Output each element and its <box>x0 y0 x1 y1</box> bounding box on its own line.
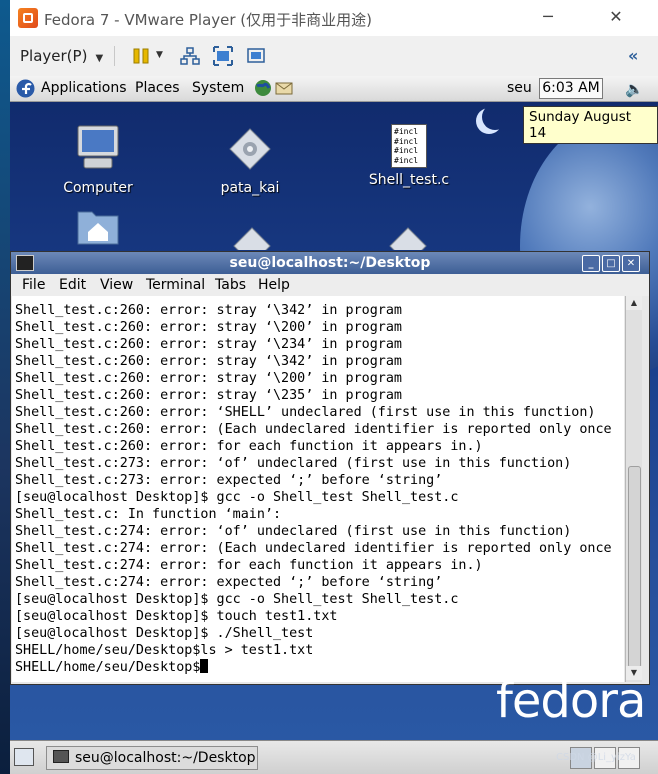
executable-file-icon <box>229 128 271 170</box>
player-menu-label: Player(P) <box>20 47 88 65</box>
unity-icon[interactable] <box>246 46 266 66</box>
menu-file[interactable]: File <box>22 277 45 293</box>
terminal-line: Shell_test.c:260: error: stray ‘\235’ in… <box>15 388 402 403</box>
close-button[interactable]: ✕ <box>601 6 631 28</box>
close-icon[interactable]: ✕ <box>622 255 640 272</box>
user-name: seu <box>507 80 532 96</box>
pause-dropdown-icon[interactable]: ▼ <box>156 50 163 60</box>
terminal-titlebar: seu@localhost:~/Desktop _ □ ✕ <box>11 252 649 274</box>
menu-terminal[interactable]: Terminal <box>146 277 205 293</box>
terminal-line: Shell_test.c:274: error: (Each undeclare… <box>15 541 612 556</box>
scrollbar-thumb[interactable] <box>628 466 641 668</box>
desktop-icon-computer[interactable]: Computer <box>62 124 134 196</box>
terminal-line: [seu@localhost Desktop]$ gcc -o Shell_te… <box>15 592 459 607</box>
web-browser-icon[interactable] <box>254 79 272 97</box>
menu-view[interactable]: View <box>100 277 133 293</box>
desktop-icon-label: Computer <box>63 180 133 196</box>
scroll-up-icon[interactable]: ▲ <box>626 296 642 310</box>
terminal-line: Shell_test.c: In function ‘main’: <box>15 507 282 522</box>
terminal-line: [seu@localhost Desktop]$ ./Shell_test <box>15 626 314 641</box>
file-preview-line: #incl <box>394 146 419 155</box>
executable-file-icon[interactable] <box>388 226 428 250</box>
chevron-down-icon: ▼ <box>95 53 104 64</box>
vmware-player-window: Fedora 7 - VMware Player (仅用于非商业用途) ─ ✕ … <box>10 0 658 774</box>
maximize-icon[interactable]: □ <box>602 255 620 272</box>
desktop-icon-home[interactable] <box>74 206 122 250</box>
terminal-line: Shell_test.c:260: error: for each functi… <box>15 439 483 454</box>
places-menu[interactable]: Places <box>135 80 180 96</box>
file-preview-line: #incl <box>394 155 419 165</box>
desktop-icon-label: pata_kai <box>220 180 280 196</box>
file-preview-line: #incl <box>394 127 419 136</box>
collapse-toolbar-icon[interactable]: « <box>628 46 638 65</box>
taskbar-task-label: seu@localhost:~/Desktop <box>75 750 256 766</box>
volume-icon[interactable]: 🔈 <box>625 80 644 98</box>
fullscreen-icon[interactable] <box>213 46 233 66</box>
terminal-line: [seu@localhost Desktop]$ touch test1.txt <box>15 609 338 624</box>
terminal-line: Shell_test.c:260: error: stray ‘\342’ in… <box>15 303 402 318</box>
date-tooltip: Sunday August 14 <box>523 106 658 144</box>
taskbar-terminal-button[interactable]: seu@localhost:~/Desktop <box>46 746 258 770</box>
system-menu[interactable]: System <box>192 80 244 96</box>
applications-menu[interactable]: Applications <box>41 80 127 96</box>
mail-client-icon[interactable] <box>274 79 294 97</box>
network-devices-icon[interactable] <box>180 46 200 66</box>
menu-edit[interactable]: Edit <box>59 277 86 293</box>
desktop-icon-shell-test-c[interactable]: #incl #incl #incl #incl Shell_test.c <box>366 124 452 188</box>
terminal-line: Shell_test.c:274: error: ‘of’ undeclared… <box>15 524 572 539</box>
terminal-line: Shell_test.c:260: error: stray ‘\342’ in… <box>15 354 402 369</box>
terminal-line: Shell_test.c:260: error: stray ‘\200’ in… <box>15 320 402 335</box>
file-preview-line: #incl <box>394 136 419 146</box>
desktop-icon-label: Shell_test.c <box>368 172 450 188</box>
executable-file-icon[interactable] <box>232 226 272 250</box>
terminal-line: Shell_test.c:260: error: stray ‘\200’ in… <box>15 371 402 386</box>
window-title: Fedora 7 - VMware Player (仅用于非商业用途) <box>44 11 373 29</box>
terminal-line: Shell_test.c:260: error: ‘SHELL’ undecla… <box>15 405 596 420</box>
host-desktop-edge <box>0 0 10 774</box>
show-desktop-icon[interactable] <box>14 748 34 766</box>
vmware-titlebar: Fedora 7 - VMware Player (仅用于非商业用途) ─ ✕ <box>10 0 658 36</box>
fedora-wallpaper-logo: fedora <box>496 673 646 729</box>
terminal-line: Shell_test.c:260: error: (Each undeclare… <box>15 422 612 437</box>
terminal-window: seu@localhost:~/Desktop _ □ ✕ File Edit … <box>10 251 650 685</box>
terminal-line: [seu@localhost Desktop]$ gcc -o Shell_te… <box>15 490 459 505</box>
terminal-line: Shell_test.c:273: error: expected ‘;’ be… <box>15 473 443 488</box>
terminal-icon <box>53 750 69 763</box>
terminal-line: Shell_test.c:274: error: expected ‘;’ be… <box>15 575 443 590</box>
fedora-logo-icon[interactable] <box>16 79 35 98</box>
terminal-app-icon[interactable] <box>16 255 34 271</box>
home-folder-icon <box>77 211 119 245</box>
fedora-guest-screen: Applications Places System seu 6:03 AM 🔈… <box>10 76 658 774</box>
toolbar-divider <box>114 46 115 66</box>
watermark: CSDN @Li_yizYa <box>556 752 636 763</box>
c-source-file-icon: #incl #incl #incl #incl <box>391 124 427 168</box>
pause-icon[interactable] <box>131 46 151 66</box>
vmware-toolbar: Player(P) ▼ ▼ « <box>10 36 658 77</box>
terminal-line: Shell_test.c:274: error: for each functi… <box>15 558 483 573</box>
terminal-title: seu@localhost:~/Desktop <box>229 255 431 271</box>
terminal-line: SHELL/home/seu/Desktop$ls > test1.txt <box>15 643 314 658</box>
player-menu-button[interactable]: Player(P) ▼ <box>20 47 103 65</box>
clock-applet[interactable]: 6:03 AM <box>539 78 603 99</box>
menu-tabs[interactable]: Tabs <box>215 277 246 293</box>
menu-help[interactable]: Help <box>258 277 290 293</box>
terminal-cursor <box>200 659 209 673</box>
vmware-app-icon <box>18 8 38 28</box>
terminal-line: Shell_test.c:273: error: ‘of’ undeclared… <box>15 456 572 471</box>
maximize-button[interactable] <box>549 6 579 28</box>
moon-wallpaper-art <box>482 104 508 130</box>
minimize-icon[interactable]: _ <box>582 255 600 272</box>
gnome-top-panel: Applications Places System seu 6:03 AM 🔈 <box>10 76 658 102</box>
terminal-output[interactable]: Shell_test.c:260: error: stray ‘\342’ in… <box>12 296 624 682</box>
desktop-icon-pata-kai[interactable]: pata_kai <box>214 126 286 196</box>
terminal-menubar: File Edit View Terminal Tabs Help <box>11 274 649 296</box>
terminal-line: Shell_test.c:260: error: stray ‘\234’ in… <box>15 337 402 352</box>
terminal-scrollbar[interactable]: ▲ ▼ <box>625 296 642 682</box>
computer-icon <box>77 125 119 169</box>
